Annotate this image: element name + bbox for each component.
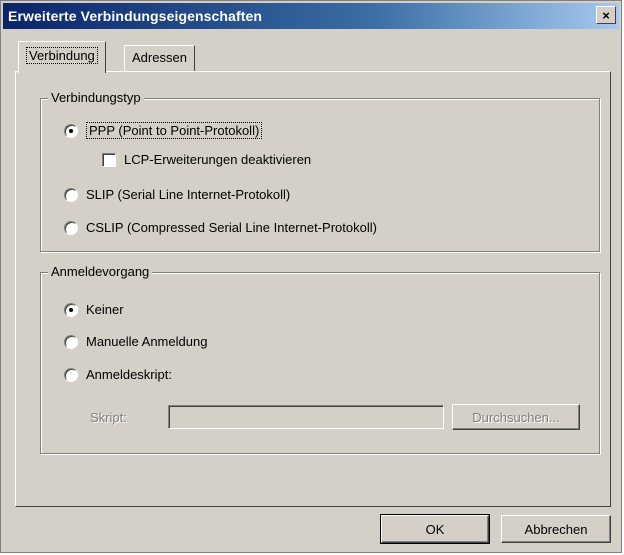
- ok-button-label: OK: [425, 521, 445, 537]
- manual-logon-label: Manuelle Anmeldung: [86, 334, 208, 349]
- browse-button[interactable]: Durchsuchen...: [452, 404, 580, 430]
- ppp-option[interactable]: PPP (Point to Point-Protokoll): [64, 122, 263, 139]
- cslip-radio[interactable]: [64, 220, 78, 235]
- slip-label: SLIP (Serial Line Internet-Protokoll): [86, 187, 291, 202]
- tab-adressen-label: Adressen: [132, 50, 187, 65]
- dialog-window: Erweiterte Verbindungseigenschaften × Ve…: [0, 0, 622, 553]
- logon-legend: Anmeldevorgang: [48, 264, 153, 279]
- none-radio[interactable]: [64, 302, 78, 317]
- lcp-label: LCP-Erweiterungen deaktivieren: [124, 152, 312, 167]
- manual-logon-option[interactable]: Manuelle Anmeldung: [64, 334, 207, 349]
- lcp-option[interactable]: LCP-Erweiterungen deaktivieren: [102, 152, 311, 167]
- slip-radio[interactable]: [64, 187, 78, 202]
- window-title: Erweiterte Verbindungseigenschaften: [8, 8, 263, 24]
- cslip-label: CSLIP (Compressed Serial Line Internet-P…: [86, 220, 377, 235]
- manual-logon-radio[interactable]: [64, 334, 78, 349]
- connection-type-group: Verbindungstyp PPP (Point to Point-Proto…: [40, 90, 600, 252]
- tab-verbindung[interactable]: Verbindung: [18, 41, 106, 73]
- tab-adressen[interactable]: Adressen: [124, 45, 195, 71]
- cslip-option[interactable]: CSLIP (Compressed Serial Line Internet-P…: [64, 220, 377, 235]
- logon-script-option[interactable]: Anmeldeskript:: [64, 367, 172, 382]
- tab-panel: Verbindungstyp PPP (Point to Point-Proto…: [15, 71, 611, 507]
- tab-verbindung-label: Verbindung: [26, 47, 98, 64]
- script-field-label: Skript:: [90, 410, 127, 425]
- browse-button-label: Durchsuchen...: [472, 409, 560, 425]
- none-label: Keiner: [86, 302, 124, 317]
- close-button[interactable]: ×: [596, 6, 616, 24]
- none-option[interactable]: Keiner: [64, 302, 124, 317]
- title-bar[interactable]: Erweiterte Verbindungseigenschaften ×: [3, 3, 619, 29]
- connection-type-legend: Verbindungstyp: [48, 90, 144, 105]
- close-icon: ×: [602, 7, 610, 23]
- logon-group: Anmeldevorgang Keiner Manuelle Anmeldung…: [40, 264, 600, 454]
- slip-option[interactable]: SLIP (Serial Line Internet-Protokoll): [64, 187, 290, 202]
- ppp-radio[interactable]: [64, 123, 78, 138]
- cancel-button[interactable]: Abbrechen: [501, 515, 611, 543]
- lcp-checkbox[interactable]: [102, 152, 116, 167]
- logon-script-label: Anmeldeskript:: [86, 367, 172, 382]
- logon-script-radio[interactable]: [64, 367, 78, 382]
- ok-button[interactable]: OK: [380, 514, 490, 544]
- script-path-field[interactable]: [168, 405, 444, 429]
- cancel-button-label: Abbrechen: [524, 521, 588, 537]
- ppp-label: PPP (Point to Point-Protokoll): [86, 122, 263, 139]
